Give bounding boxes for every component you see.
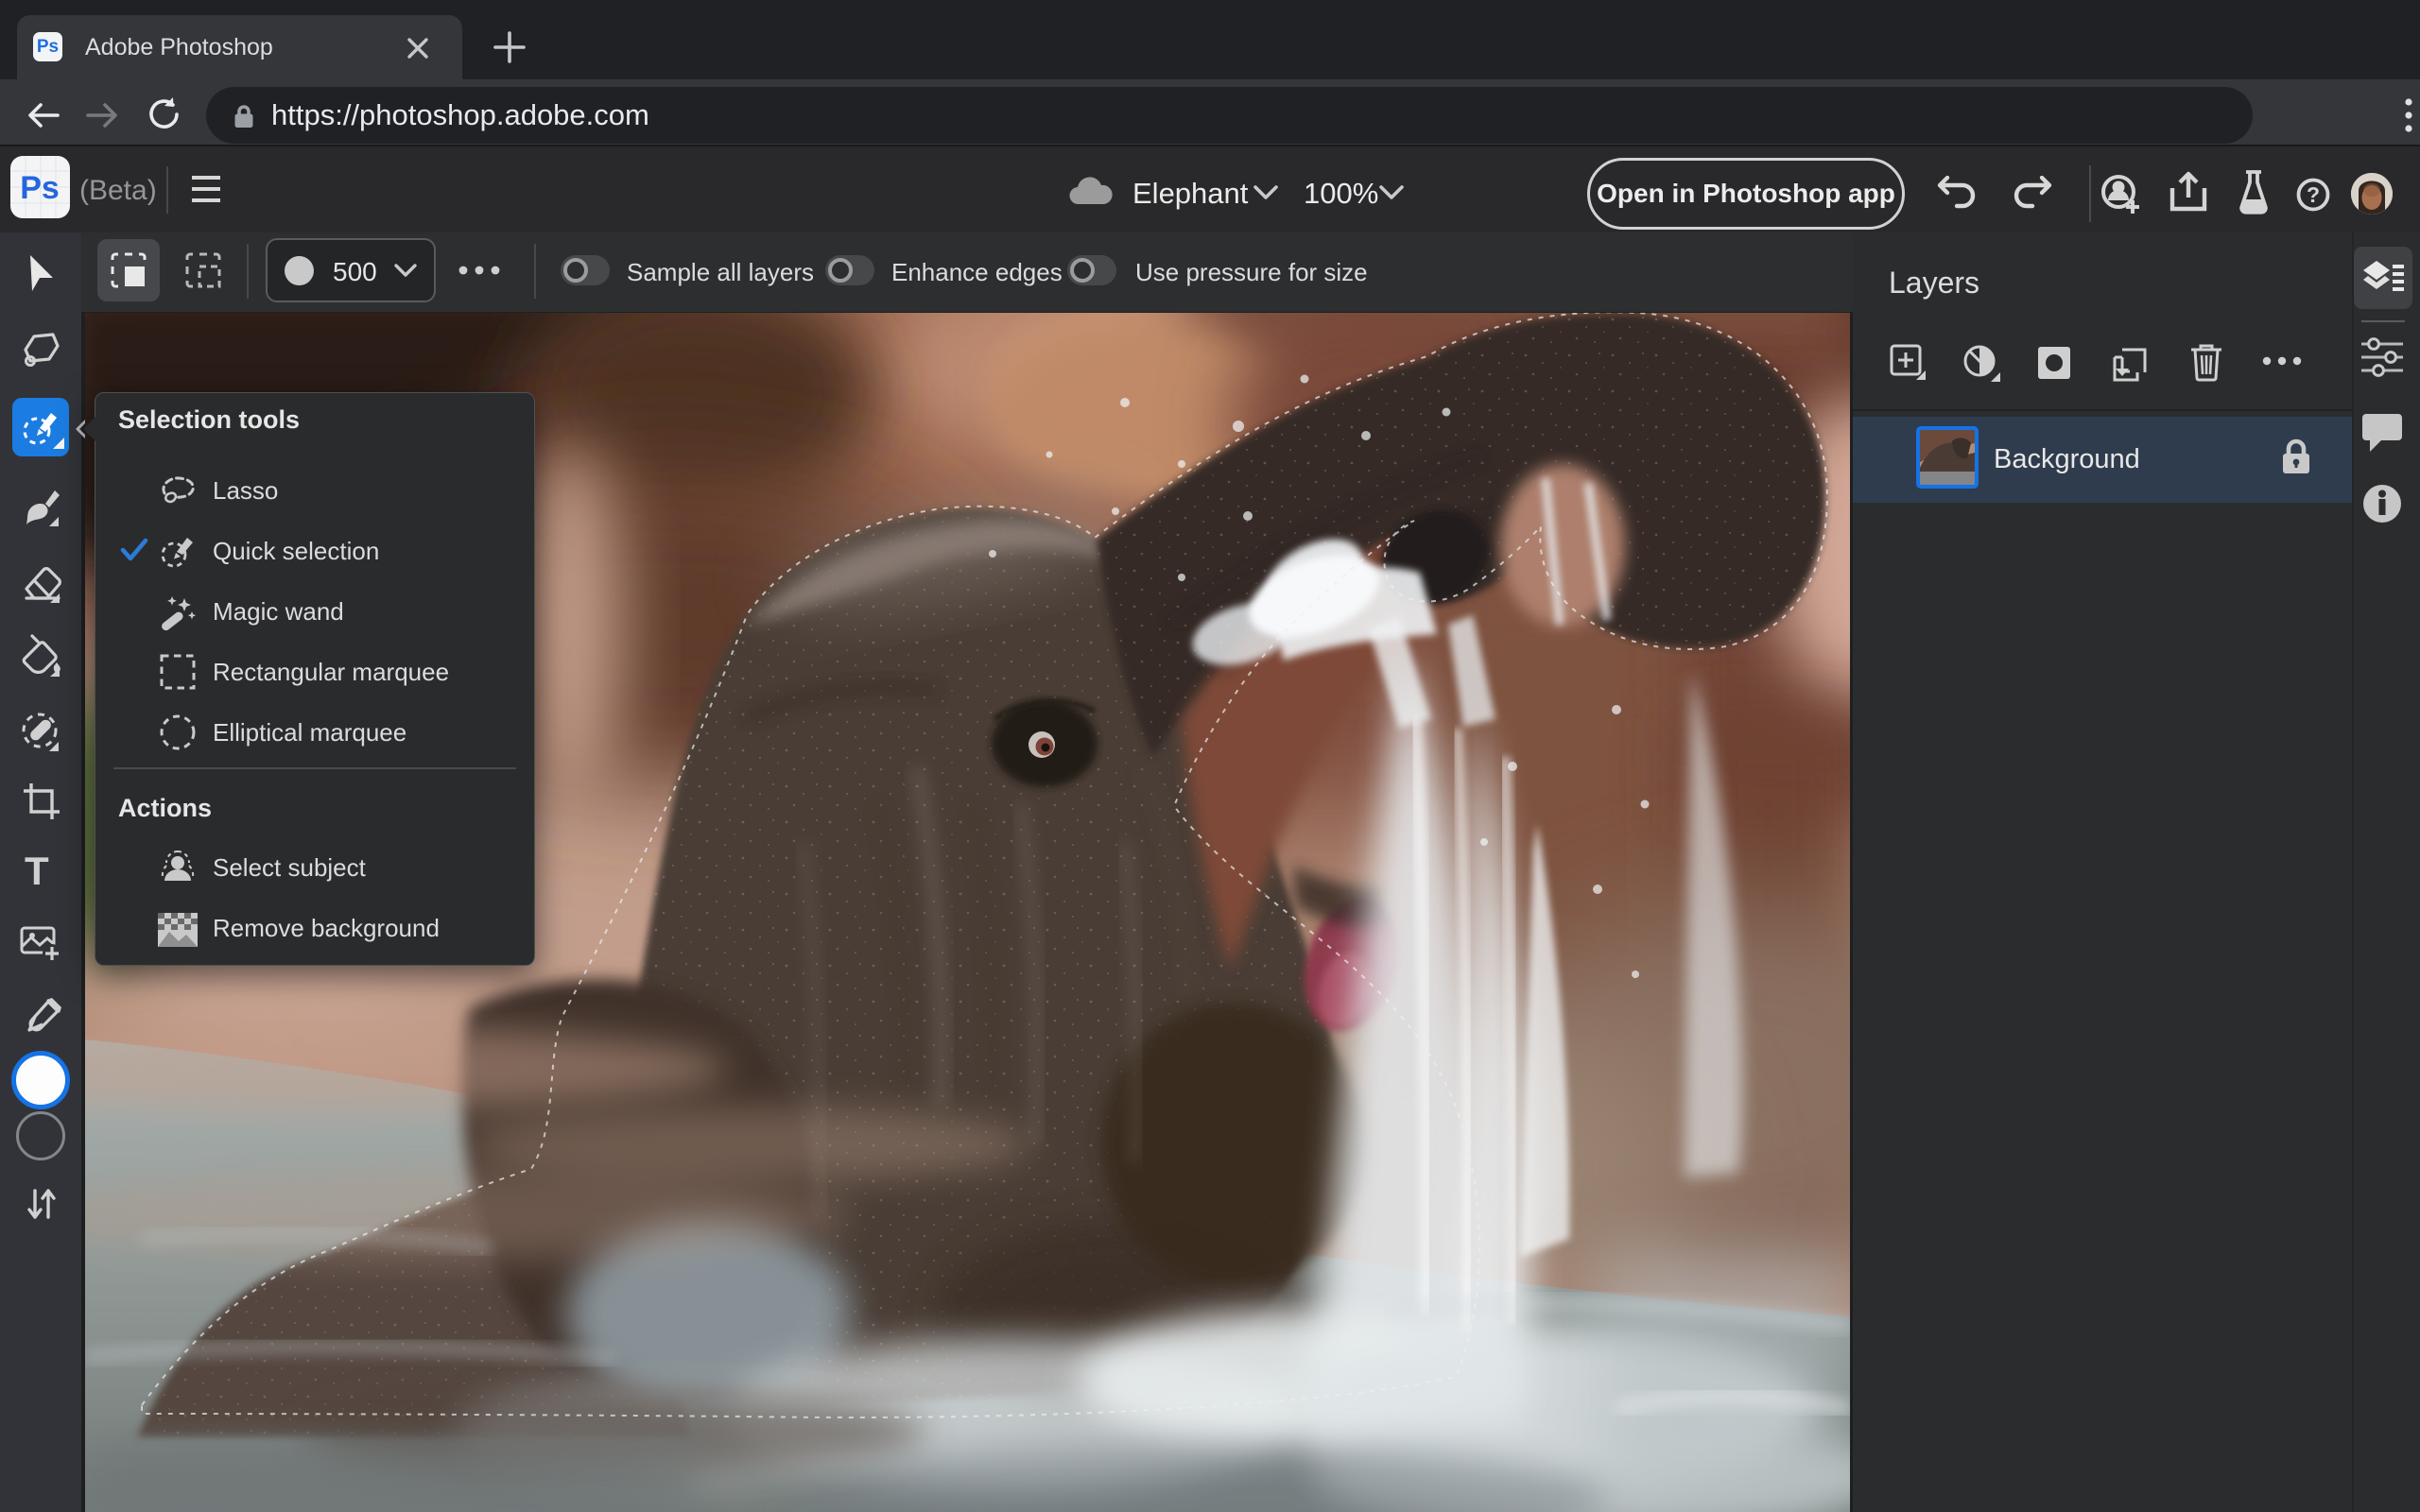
svg-text:?: ? [2307, 182, 2320, 207]
svg-text:Ps: Ps [20, 170, 60, 206]
